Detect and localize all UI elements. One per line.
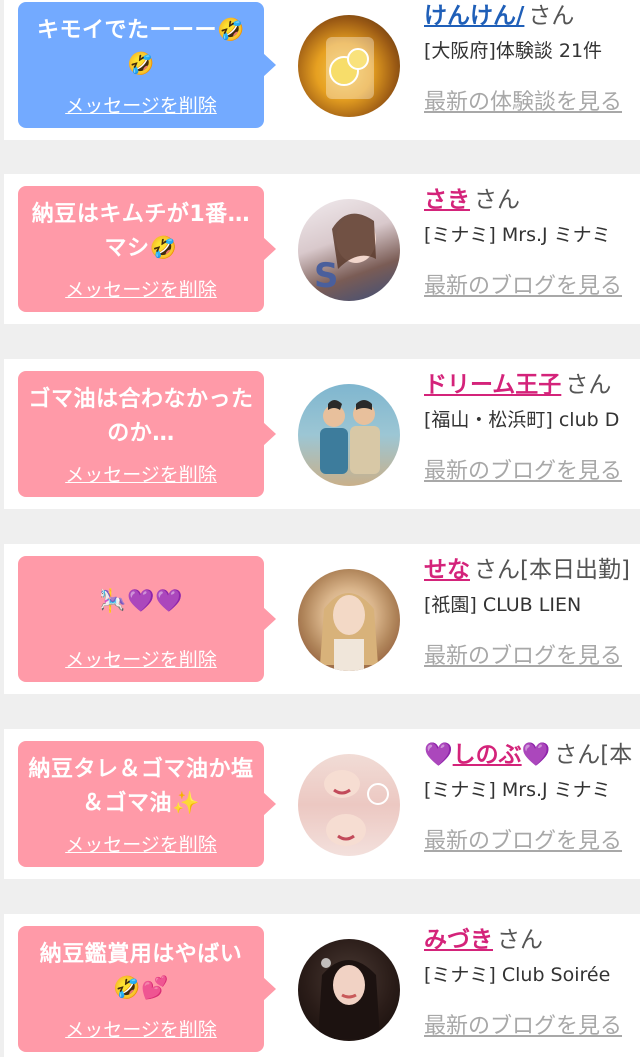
avatar[interactable] <box>298 754 400 856</box>
lemon-drink-icon <box>326 37 374 99</box>
latest-post-link[interactable]: 最新のブログを見る <box>424 268 622 300</box>
message-text: 納豆はキムチが1番…マシ🤣 <box>31 202 251 261</box>
blonde-woman-icon <box>320 593 378 671</box>
list-item: キモイでたーーー🤣🤣 メッセージを削除 けんけん/さん [大阪府]体験談 21件… <box>4 0 640 140</box>
list-item: 納豆タレ＆ゴマ油か塩＆ゴマ油✨ メッセージを削除 💜しのぶ💜 さん[本 [ミナミ]… <box>4 729 640 879</box>
user-info: [ミナミ] Mrs.J ミナミ <box>424 224 611 246</box>
name-suffix: さん <box>497 927 543 953</box>
name-suffix: さん <box>474 187 520 213</box>
message-bubble: 納豆鑑賞用はやばい🤣💕 メッセージを削除 <box>18 926 276 1052</box>
delete-message-link[interactable]: メッセージを削除 <box>18 460 264 487</box>
delete-message-link[interactable]: メッセージを削除 <box>18 830 264 857</box>
list-item: ゴマ油は合わなかったのか… メッセージを削除 ドリーム王子 さん [福山・松浜町]… <box>4 359 640 509</box>
message-bubble: ゴマ油は合わなかったのか… メッセージを削除 <box>18 371 276 497</box>
user-info: [大阪府]体験談 21件 <box>424 40 603 62</box>
svg-text:S: S <box>314 256 339 296</box>
delete-message-link[interactable]: メッセージを削除 <box>18 275 264 302</box>
avatar[interactable] <box>298 939 400 1041</box>
smiling-woman-icon <box>324 770 389 846</box>
user-info: [祇園] CLUB LIEN <box>424 594 582 616</box>
dark-hair-woman-icon <box>318 958 380 1039</box>
user-name-link[interactable]: ドリーム王子 <box>424 372 561 398</box>
woman-icon: S <box>314 213 376 296</box>
name-suffix: さん[本日出勤] <box>474 557 630 583</box>
user-name-link[interactable]: けんけん/ <box>424 3 524 29</box>
message-text: キモイでたーーー🤣🤣 <box>37 18 245 77</box>
user-name-link[interactable]: せな <box>424 557 470 583</box>
latest-post-link[interactable]: 最新のブログを見る <box>424 453 622 485</box>
user-info: [福山・松浜町] club D <box>424 409 620 431</box>
heart-icon: 💜 <box>424 742 453 768</box>
avatar[interactable] <box>298 569 400 671</box>
delete-message-link[interactable]: メッセージを削除 <box>18 1015 264 1042</box>
message-list: キモイでたーーー🤣🤣 メッセージを削除 けんけん/さん [大阪府]体験談 21件… <box>0 0 640 1057</box>
list-item: 納豆鑑賞用はやばい🤣💕 メッセージを削除 みづき さん [ミナミ] Club So… <box>4 914 640 1057</box>
latest-post-link[interactable]: 最新のブログを見る <box>424 1008 622 1040</box>
user-info: [ミナミ] Club Soirée <box>424 964 611 986</box>
delete-message-link[interactable]: メッセージを削除 <box>18 91 264 118</box>
avatar[interactable]: S <box>298 199 400 301</box>
message-text: ゴマ油は合わなかったのか… <box>28 387 254 446</box>
message-bubble: 納豆はキムチが1番…マシ🤣 メッセージを削除 <box>18 186 276 312</box>
avatar[interactable] <box>298 15 400 117</box>
user-name-link[interactable]: みづき <box>424 927 493 953</box>
user-name-link[interactable]: しのぶ <box>453 742 522 768</box>
message-bubble: 納豆タレ＆ゴマ油か塩＆ゴマ油✨ メッセージを削除 <box>18 741 276 867</box>
name-suffix: さん <box>528 3 575 29</box>
heart-icon: 💜 <box>521 742 551 768</box>
latest-post-link[interactable]: 最新のブログを見る <box>424 638 622 670</box>
list-item: 納豆はキムチが1番…マシ🤣 メッセージを削除 S さき さん [ミナミ] Mrs.… <box>4 174 640 324</box>
message-bubble: キモイでたーーー🤣🤣 メッセージを削除 <box>18 2 276 128</box>
message-text: 🎠💜💜 <box>99 589 183 614</box>
user-name-link[interactable]: さき <box>424 187 470 213</box>
list-item: 🎠💜💜 メッセージを削除 せな さん[本日出勤] [祇園] CLUB LIEN 最… <box>4 544 640 694</box>
delete-message-link[interactable]: メッセージを削除 <box>18 645 264 672</box>
message-bubble: 🎠💜💜 メッセージを削除 <box>18 556 276 682</box>
name-suffix: さん[本 <box>554 742 633 768</box>
latest-post-link[interactable]: 最新の体験談を見る <box>424 84 622 116</box>
message-text: 納豆鑑賞用はやばい🤣💕 <box>39 942 243 1001</box>
name-suffix: さん <box>565 372 612 398</box>
latest-post-link[interactable]: 最新のブログを見る <box>424 823 622 855</box>
message-text: 納豆タレ＆ゴマ油か塩＆ゴマ油✨ <box>28 757 254 816</box>
illustration-icon <box>320 400 380 474</box>
user-info: [ミナミ] Mrs.J ミナミ <box>424 779 611 801</box>
avatar[interactable] <box>298 384 400 486</box>
